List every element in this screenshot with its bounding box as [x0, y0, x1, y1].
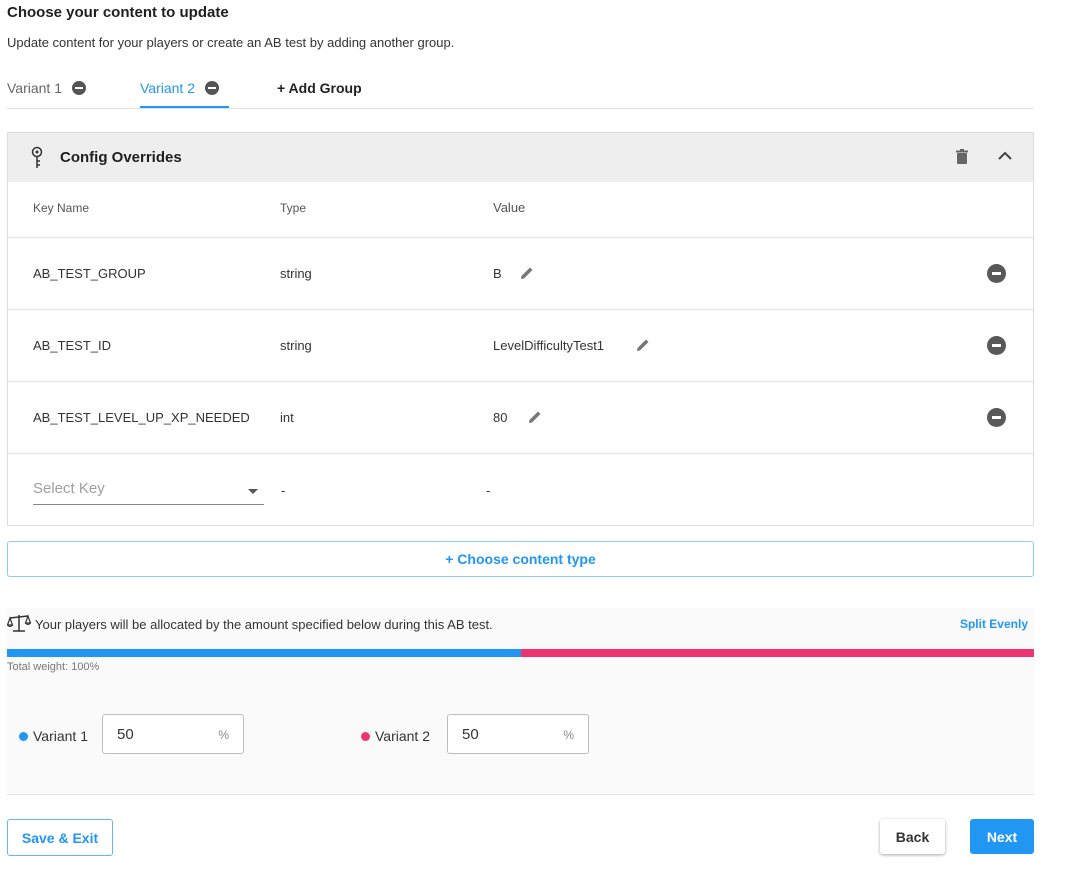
variant-2-weight-input[interactable]: 50 % [447, 714, 589, 754]
value-cell: 80 [493, 410, 508, 425]
key-icon [31, 146, 43, 168]
key-name-cell: AB_TEST_ID [33, 338, 112, 353]
variant-tabs: Variant 1 Variant 2 + Add Group [7, 70, 1034, 109]
type-cell: string [280, 338, 312, 353]
variant-2-weight-segment [520, 649, 1034, 657]
key-name-cell: AB_TEST_GROUP [33, 266, 146, 281]
remove-row-icon[interactable] [987, 336, 1006, 355]
tab-label: Variant 2 [140, 80, 195, 96]
value-cell: - [486, 483, 491, 498]
split-evenly-button[interactable]: Split Evenly [960, 617, 1028, 631]
column-header-value: Value [493, 200, 526, 215]
variant-2-dot-icon [361, 731, 370, 741]
table-row: AB_TEST_ID string LevelDifficultyTest1 [8, 309, 1033, 381]
percent-unit: % [563, 728, 574, 742]
allocation-bar [7, 649, 1034, 657]
variant-2-weight-label: Variant 2 [361, 728, 430, 744]
tab-variant-2[interactable]: Variant 2 [140, 70, 229, 108]
remove-variant-1-icon[interactable] [72, 81, 86, 95]
panel-header: Config Overrides [8, 133, 1033, 182]
key-name-cell: AB_TEST_LEVEL_UP_XP_NEEDED [33, 410, 250, 425]
variant-1-dot-icon [19, 731, 28, 741]
caret-down-icon [248, 489, 258, 494]
tab-variant-1[interactable]: Variant 1 [7, 70, 86, 106]
variant-1-weight-label: Variant 1 [19, 728, 88, 744]
pencil-icon[interactable] [519, 265, 535, 281]
allocation-description: Your players will be allocated by the am… [35, 617, 493, 632]
variant-1-weight-input[interactable]: 50 % [102, 714, 244, 754]
select-key-placeholder: Select Key [33, 480, 105, 497]
save-exit-button[interactable]: Save & Exit [7, 819, 113, 856]
pencil-icon[interactable] [635, 337, 651, 353]
table-row: AB_TEST_GROUP string B [8, 237, 1033, 309]
select-key-dropdown[interactable]: Select Key [33, 480, 264, 505]
percent-unit: % [218, 728, 229, 742]
column-header-type: Type [280, 201, 307, 215]
choose-content-type-button[interactable]: + Choose content type [7, 541, 1034, 577]
remove-variant-2-icon[interactable] [205, 81, 219, 95]
chevron-up-icon[interactable] [998, 151, 1012, 160]
config-overrides-panel: Config Overrides Key Name Type Value AB_… [7, 132, 1034, 526]
pencil-icon[interactable] [527, 409, 543, 425]
tab-label: Variant 1 [7, 80, 62, 96]
add-group-button[interactable]: + Add Group [277, 70, 362, 106]
column-header-key: Key Name [33, 201, 90, 215]
total-weight-label: Total weight: 100% [7, 661, 100, 673]
page-subtitle: Update content for your players or creat… [7, 35, 455, 50]
weight-value: 50 [117, 726, 134, 743]
value-cell: B [493, 266, 502, 281]
value-cell: LevelDifficultyTest1 [493, 338, 605, 353]
type-cell: string [280, 266, 312, 281]
scale-icon [7, 614, 31, 632]
panel-title: Config Overrides [60, 149, 182, 166]
type-cell: - [281, 483, 286, 498]
table-row: AB_TEST_LEVEL_UP_XP_NEEDED int 80 [8, 381, 1033, 453]
type-cell: int [280, 410, 294, 425]
page-title: Choose your content to update [7, 4, 229, 21]
remove-row-icon[interactable] [987, 408, 1006, 427]
trash-icon[interactable] [956, 149, 968, 164]
new-key-row: Select Key - - [8, 453, 1033, 525]
variant-1-weight-segment [7, 649, 521, 657]
variant-label: Variant 1 [33, 728, 88, 744]
allocation-section: Your players will be allocated by the am… [7, 608, 1034, 793]
next-button[interactable]: Next [970, 819, 1034, 854]
variant-label: Variant 2 [375, 728, 430, 744]
footer-divider [7, 794, 1034, 795]
weight-value: 50 [462, 726, 479, 743]
remove-row-icon[interactable] [987, 264, 1006, 283]
back-button[interactable]: Back [880, 819, 945, 854]
